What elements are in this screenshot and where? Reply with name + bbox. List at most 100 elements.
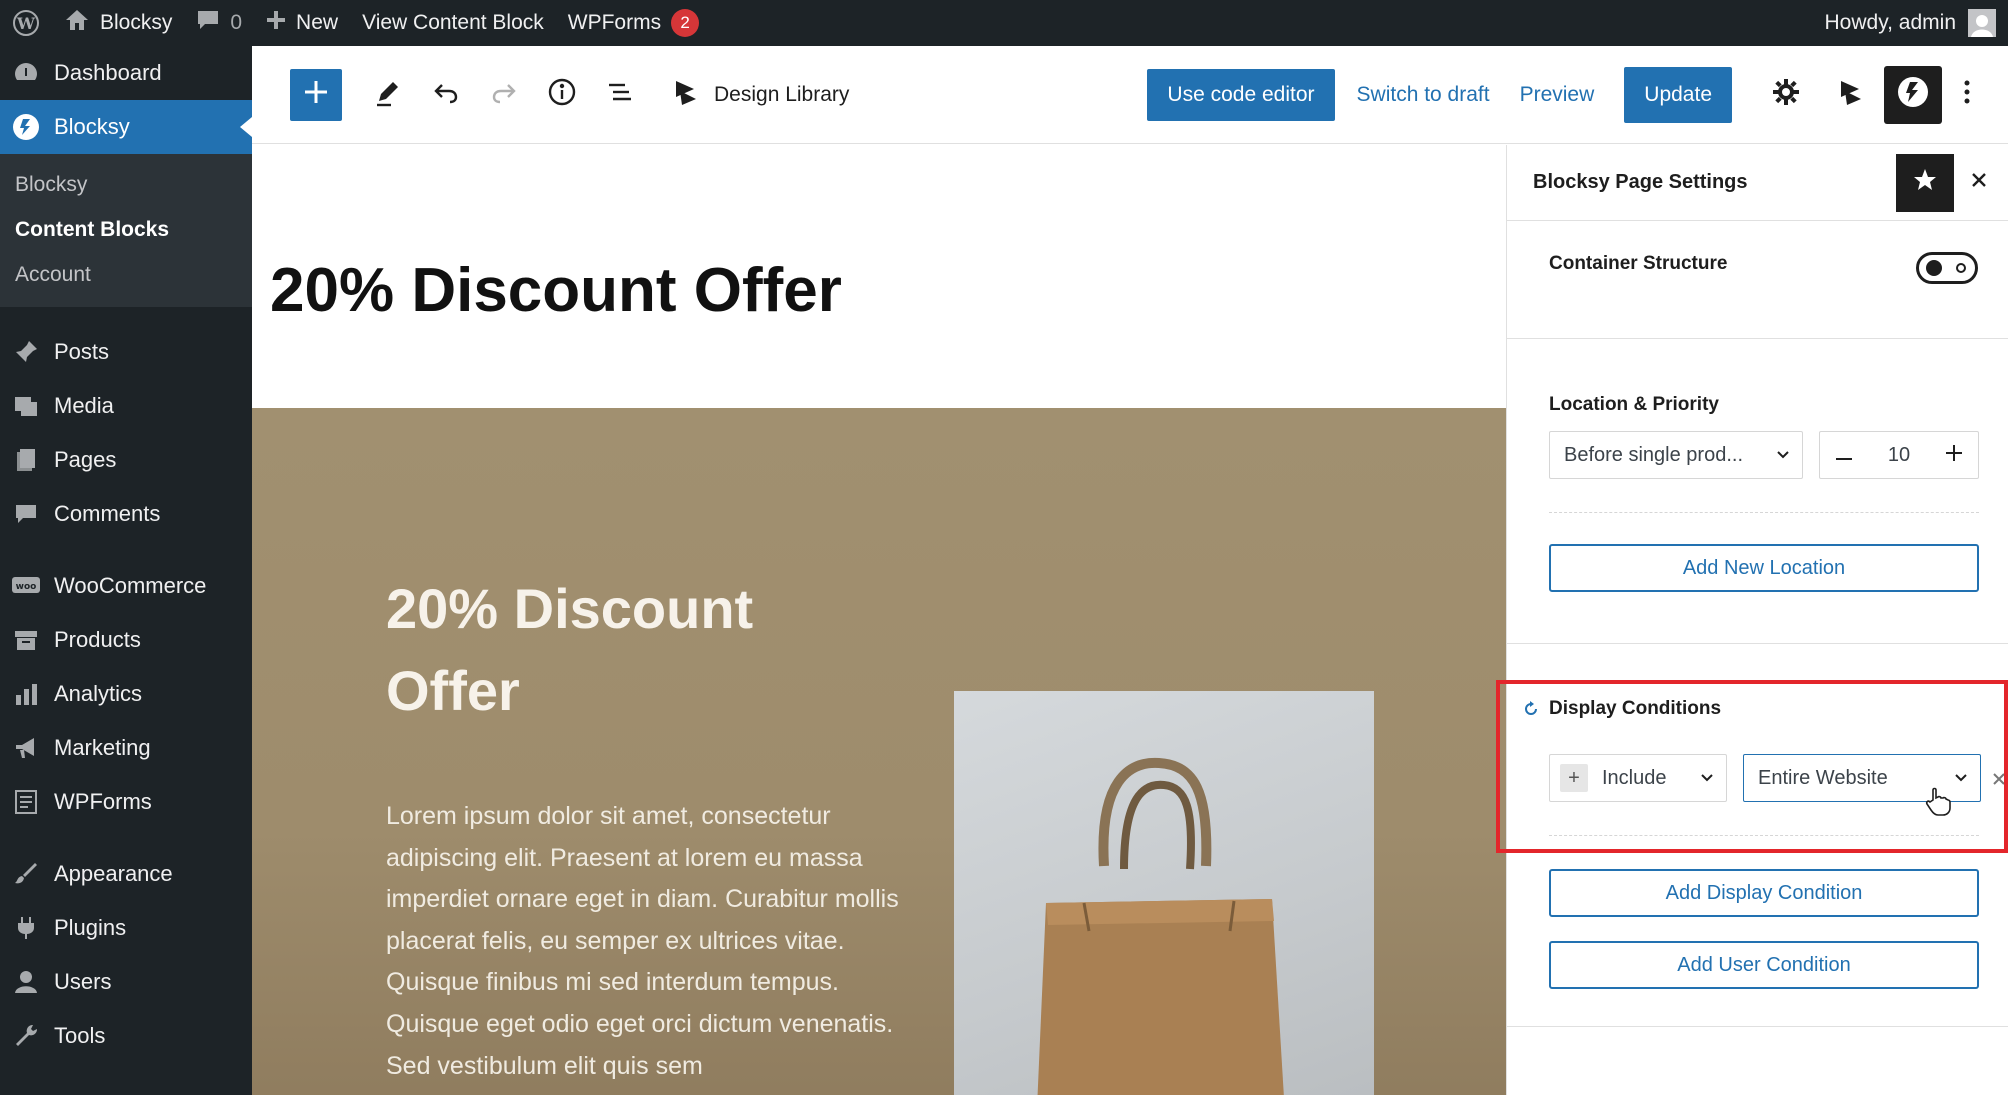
sidebar-item-posts[interactable]: Posts bbox=[0, 325, 252, 379]
location-priority-section: Location & Priority Before single prod..… bbox=[1507, 339, 2008, 644]
paintbrush-icon bbox=[10, 858, 42, 890]
more-vertical-icon bbox=[1963, 79, 1971, 110]
priority-value[interactable]: 10 bbox=[1888, 444, 1910, 467]
info-icon bbox=[547, 77, 577, 112]
minus-icon[interactable] bbox=[1836, 444, 1852, 467]
new-content-link[interactable]: New bbox=[254, 0, 350, 46]
media-icon bbox=[10, 390, 42, 422]
redo-button[interactable] bbox=[480, 71, 528, 119]
wrench-icon bbox=[10, 1020, 42, 1052]
chevron-down-icon bbox=[1776, 450, 1790, 460]
bar-chart-icon bbox=[10, 678, 42, 710]
location-priority-label: Location & Priority bbox=[1549, 394, 1719, 415]
sidebar-item-blocksy[interactable]: Blocksy bbox=[0, 100, 252, 154]
block-inserter-button[interactable] bbox=[290, 68, 342, 121]
sidebar-item-pages[interactable]: Pages bbox=[0, 433, 252, 487]
sidebar-label: Marketing bbox=[54, 735, 151, 760]
hero-cover-block[interactable]: 20% Discount Offer Lorem ipsum dolor sit… bbox=[252, 408, 1506, 1095]
editor-canvas: 20% Discount Offer 20% Discount Offer Lo… bbox=[252, 145, 1506, 1095]
site-name-link[interactable]: Blocksy bbox=[52, 0, 184, 46]
sidebar-label: Users bbox=[54, 969, 112, 994]
panel-header: Blocksy Page Settings bbox=[1507, 145, 2008, 221]
design-library-button[interactable]: Design Library bbox=[660, 77, 849, 113]
tote-bag-image[interactable] bbox=[954, 691, 1374, 1095]
dashboard-icon bbox=[10, 57, 42, 89]
sidebar-label: Dashboard bbox=[54, 60, 162, 85]
edit-tool-button[interactable] bbox=[364, 71, 412, 119]
add-user-condition-button[interactable]: Add User Condition bbox=[1549, 941, 1979, 989]
container-structure-toggle[interactable] bbox=[1916, 252, 1978, 284]
view-content-block-link[interactable]: View Content Block bbox=[350, 0, 556, 46]
blocksy-page-settings-button[interactable] bbox=[1884, 65, 1942, 124]
add-new-location-button[interactable]: Add New Location bbox=[1549, 544, 1979, 592]
pages-icon bbox=[10, 444, 42, 476]
wpforms-link[interactable]: WPForms 2 bbox=[556, 0, 711, 46]
options-menu-button[interactable] bbox=[1952, 71, 1982, 119]
plus-icon bbox=[266, 10, 286, 36]
location-select[interactable]: Before single prod... bbox=[1549, 431, 1803, 479]
gear-icon bbox=[1771, 77, 1801, 112]
editor-toolbar: Design Library Use code editor Switch to… bbox=[252, 46, 2008, 144]
plus-icon bbox=[303, 79, 329, 110]
comments-link[interactable]: 0 bbox=[184, 0, 254, 46]
sidebar-label: Plugins bbox=[54, 915, 127, 940]
sidebar-item-products[interactable]: Products bbox=[0, 613, 252, 667]
comments-count: 0 bbox=[230, 11, 243, 34]
blocksy-stack-icon bbox=[670, 77, 700, 113]
use-code-editor-button[interactable]: Use code editor bbox=[1147, 68, 1335, 121]
divider bbox=[1507, 1026, 2008, 1027]
post-title[interactable]: 20% Discount Offer bbox=[270, 255, 842, 326]
blocksy-icon bbox=[10, 111, 42, 143]
sidebar-item-plugins[interactable]: Plugins bbox=[0, 901, 252, 955]
sidebar-item-woocommerce[interactable]: woo WooCommerce bbox=[0, 559, 252, 613]
close-panel-button[interactable] bbox=[1954, 158, 2004, 208]
submenu-item-content-blocks[interactable]: Content Blocks bbox=[0, 207, 252, 252]
svg-text:woo: woo bbox=[16, 582, 37, 592]
add-display-condition-button[interactable]: Add Display Condition bbox=[1549, 869, 1979, 917]
sidebar-item-analytics[interactable]: Analytics bbox=[0, 667, 252, 721]
submenu-item-account[interactable]: Account bbox=[0, 252, 252, 297]
hero-paragraph[interactable]: Lorem ipsum dolor sit amet, consectetur … bbox=[386, 796, 906, 1087]
account-link[interactable]: Howdy, admin bbox=[1813, 0, 2008, 46]
woocommerce-icon: woo bbox=[10, 570, 42, 602]
home-icon bbox=[64, 8, 90, 38]
sidebar-label: Pages bbox=[54, 447, 117, 472]
list-view-button[interactable] bbox=[596, 71, 644, 119]
plug-icon bbox=[10, 912, 42, 944]
sidebar-item-users[interactable]: Users bbox=[0, 955, 252, 1009]
submenu-item-blocksy[interactable]: Blocksy bbox=[0, 162, 252, 207]
sidebar-item-appearance[interactable]: Appearance bbox=[0, 847, 252, 901]
sidebar-label: Comments bbox=[54, 501, 161, 526]
details-button[interactable] bbox=[538, 71, 586, 119]
undo-button[interactable] bbox=[422, 71, 470, 119]
pin-panel-button[interactable] bbox=[1896, 153, 1954, 212]
blocksy-submenu: Blocksy Content Blocks Account bbox=[0, 154, 252, 307]
preview-button[interactable]: Preview bbox=[1520, 83, 1595, 107]
blocksy-design-button[interactable] bbox=[1826, 71, 1874, 119]
sidebar-label: Analytics bbox=[54, 681, 143, 706]
admin-sidebar: Dashboard Blocksy Blocksy Content Blocks… bbox=[0, 46, 252, 1095]
wordpress-logo-icon[interactable]: W bbox=[0, 0, 52, 46]
update-button[interactable]: Update bbox=[1624, 66, 1732, 123]
new-label: New bbox=[296, 11, 339, 34]
blocksy-logo-icon bbox=[1896, 75, 1930, 114]
comment-bubble-icon bbox=[196, 8, 220, 38]
sidebar-item-media[interactable]: Media bbox=[0, 379, 252, 433]
sidebar-label: Products bbox=[54, 627, 141, 652]
hero-heading[interactable]: 20% Discount Offer bbox=[386, 568, 816, 732]
list-view-icon bbox=[605, 77, 635, 112]
panel-title: Blocksy Page Settings bbox=[1533, 171, 1748, 193]
settings-button[interactable] bbox=[1762, 71, 1810, 119]
sidebar-item-wpforms[interactable]: WPForms bbox=[0, 775, 252, 829]
avatar bbox=[1968, 9, 1996, 37]
sidebar-item-dashboard[interactable]: Dashboard bbox=[0, 46, 252, 100]
priority-stepper[interactable]: 10 bbox=[1819, 431, 1979, 479]
sidebar-item-marketing[interactable]: Marketing bbox=[0, 721, 252, 775]
wpforms-badge: 2 bbox=[671, 9, 700, 37]
switch-to-draft-button[interactable]: Switch to draft bbox=[1357, 83, 1490, 107]
plus-icon[interactable] bbox=[1946, 444, 1962, 467]
sidebar-item-comments[interactable]: Comments bbox=[0, 487, 252, 541]
greeting: Howdy, admin bbox=[1824, 11, 1957, 34]
sidebar-item-tools[interactable]: Tools bbox=[0, 1009, 252, 1063]
sidebar-label: WPForms bbox=[54, 789, 152, 814]
